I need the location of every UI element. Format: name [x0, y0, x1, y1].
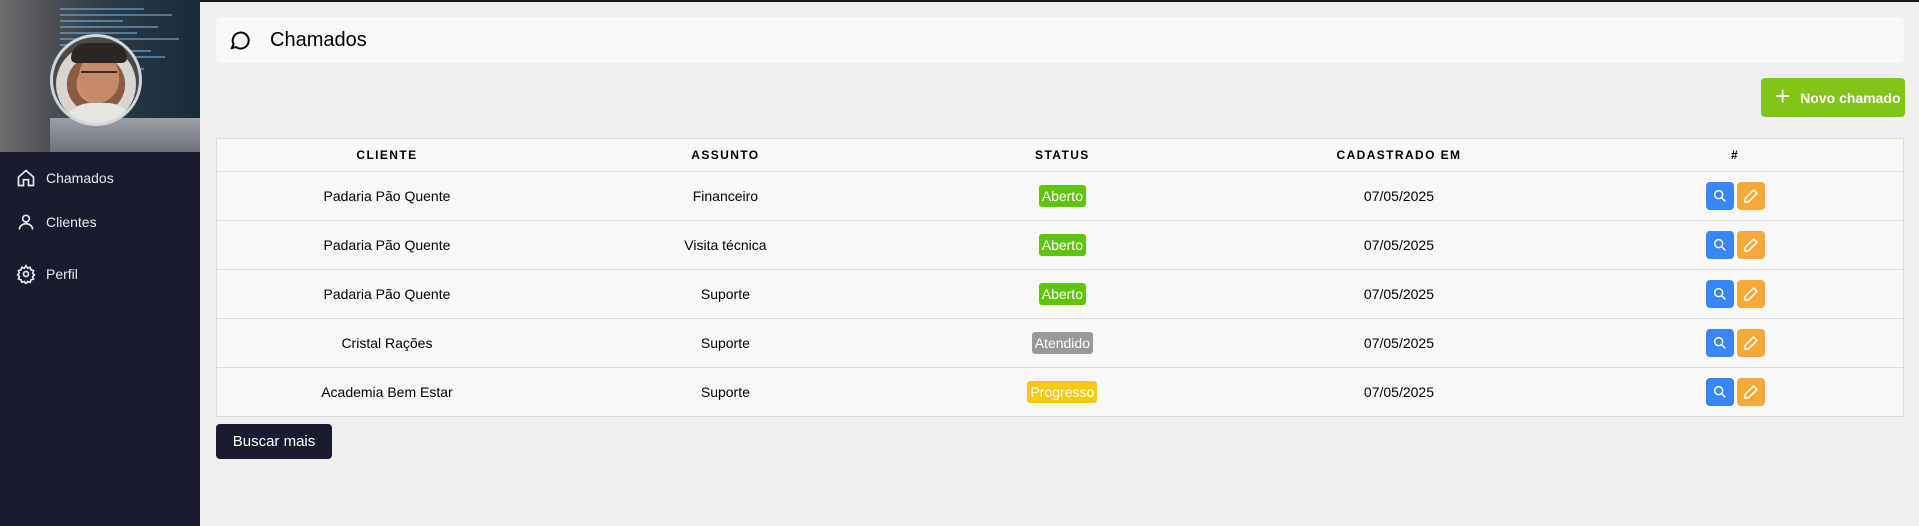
status-badge: Atendido	[1031, 332, 1093, 354]
cell-date: 07/05/2025	[1230, 269, 1568, 319]
view-button[interactable]	[1705, 231, 1734, 259]
search-icon	[1713, 385, 1726, 398]
cell-cliente: Padaria Pão Quente	[217, 220, 557, 270]
view-button[interactable]	[1705, 329, 1734, 357]
table-row: Padaria Pão Quente Suporte Aberto 07/05/…	[217, 269, 1903, 319]
table-row: Academia Bem Estar Suporte Progresso 07/…	[217, 368, 1903, 417]
sidebar-item-label: Clientes	[46, 214, 97, 230]
search-icon	[1713, 336, 1726, 349]
cell-cliente: Padaria Pão Quente	[217, 171, 557, 221]
new-ticket-button[interactable]: + Novo chamado	[1761, 78, 1905, 117]
load-more-button[interactable]: Buscar mais	[216, 424, 332, 459]
status-badge: Aberto	[1038, 234, 1086, 256]
cell-date: 07/05/2025	[1230, 318, 1568, 368]
cell-cliente: Cristal Rações	[217, 318, 557, 368]
gear-icon	[16, 264, 36, 284]
sidebar-nav: Chamados Clientes Perfil	[0, 160, 200, 300]
page-title: Chamados	[270, 28, 367, 51]
cell-date: 07/05/2025	[1230, 171, 1568, 221]
column-header-actions: #	[1567, 139, 1903, 172]
view-button[interactable]	[1705, 182, 1734, 210]
profile-banner	[0, 0, 200, 152]
column-header-status: Status	[893, 139, 1231, 172]
cell-assunto: Financeiro	[556, 171, 894, 221]
table-row: Padaria Pão Quente Financeiro Aberto 07/…	[217, 171, 1903, 221]
new-ticket-label: Novo chamado	[1800, 89, 1901, 106]
status-badge: Aberto	[1038, 283, 1086, 305]
status-badge: Aberto	[1038, 185, 1086, 207]
edit-button[interactable]	[1736, 182, 1765, 210]
search-icon	[1713, 287, 1726, 300]
table-header-row: Cliente Assunto Status Cadastrado em #	[217, 139, 1903, 172]
top-border	[0, 0, 1919, 2]
cell-cliente: Academia Bem Estar	[321, 384, 453, 400]
laptop-image	[50, 118, 200, 152]
search-icon	[1713, 238, 1726, 251]
avatar[interactable]	[50, 34, 142, 126]
cell-assunto: Visita técnica	[556, 220, 894, 270]
table-row: Padaria Pão Quente Visita técnica Aberto…	[217, 220, 1903, 270]
sidebar-item-perfil[interactable]: Perfil	[0, 248, 200, 300]
edit-button[interactable]	[1736, 378, 1765, 406]
pencil-icon	[1743, 384, 1758, 399]
sidebar: Chamados Clientes Perfil	[0, 0, 200, 526]
edit-button[interactable]	[1736, 329, 1765, 357]
pencil-icon	[1743, 237, 1758, 252]
column-header-cadastrado: Cadastrado em	[1230, 139, 1568, 172]
cell-assunto: Suporte	[556, 318, 894, 368]
sidebar-item-label: Perfil	[46, 266, 78, 282]
edit-button[interactable]	[1736, 231, 1765, 259]
view-button[interactable]	[1705, 378, 1734, 406]
column-header-assunto: Assunto	[556, 139, 894, 172]
view-button[interactable]	[1705, 280, 1734, 308]
sidebar-item-chamados[interactable]: Chamados	[0, 160, 200, 196]
cell-assunto: Suporte	[556, 269, 894, 319]
pencil-icon	[1743, 188, 1758, 203]
sidebar-item-label: Chamados	[46, 170, 114, 186]
plus-icon: +	[1775, 81, 1791, 111]
search-icon	[1713, 189, 1726, 202]
cell-date: 07/05/2025	[1363, 384, 1434, 400]
edit-button[interactable]	[1736, 280, 1765, 308]
page-header: Chamados	[216, 17, 1904, 63]
tickets-table: Cliente Assunto Status Cadastrado em # P…	[216, 138, 1904, 417]
cell-cliente: Padaria Pão Quente	[217, 269, 557, 319]
table-row: Cristal Rações Suporte Atendido 07/05/20…	[217, 318, 1903, 368]
pencil-icon	[1743, 286, 1758, 301]
cell-date: 07/05/2025	[1230, 220, 1568, 270]
home-icon	[17, 169, 35, 187]
column-header-cliente: Cliente	[217, 139, 557, 172]
sidebar-item-clientes[interactable]: Clientes	[0, 196, 200, 248]
chat-icon	[230, 31, 250, 50]
cell-assunto: Suporte	[700, 384, 750, 400]
pencil-icon	[1743, 335, 1758, 350]
user-icon	[18, 214, 34, 230]
status-badge: Progresso	[1027, 381, 1098, 403]
